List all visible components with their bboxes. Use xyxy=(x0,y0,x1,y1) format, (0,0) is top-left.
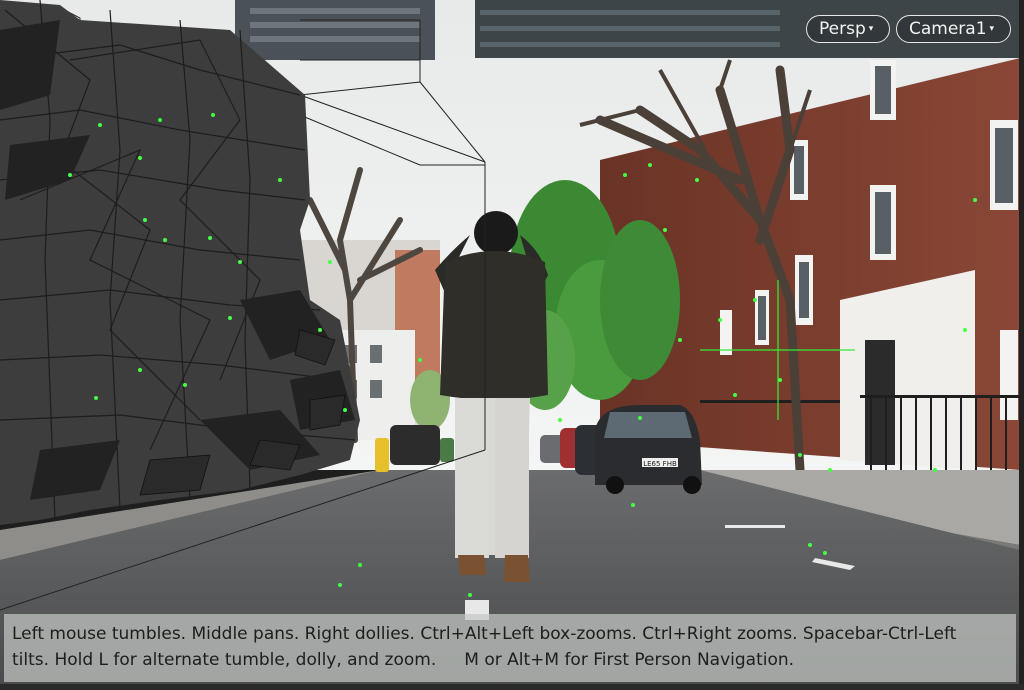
license-plate: LE65 FHB xyxy=(643,460,677,468)
help-line-2-first-person: M or Alt+M for First Person Navigation. xyxy=(464,650,795,670)
projection-menu-button[interactable]: Persp ▾ xyxy=(806,15,890,43)
camera-label: Camera1 xyxy=(909,19,987,39)
help-line-2: tilts. Hold L for alternate tumble, doll… xyxy=(12,647,1008,673)
navigation-help-overlay: Left mouse tumbles. Middle pans. Right d… xyxy=(4,614,1016,682)
chevron-down-icon: ▾ xyxy=(868,24,874,34)
viewport-frame-right xyxy=(1019,0,1024,690)
camera-menu-button[interactable]: Camera1 ▾ xyxy=(896,15,1011,43)
viewport-3d[interactable]: LE65 FHB Persp ▾ Camera1 ▾ Left mouse tu… xyxy=(0,0,1024,690)
help-line-1: Left mouse tumbles. Middle pans. Right d… xyxy=(12,624,957,644)
projection-label: Persp xyxy=(819,19,866,39)
chevron-down-icon: ▾ xyxy=(989,24,995,34)
help-line-2-tumble: tilts. Hold L for alternate tumble, doll… xyxy=(12,650,437,670)
viewport-frame-bottom xyxy=(0,684,1024,690)
camera-plate-scene: LE65 FHB xyxy=(0,0,1024,684)
